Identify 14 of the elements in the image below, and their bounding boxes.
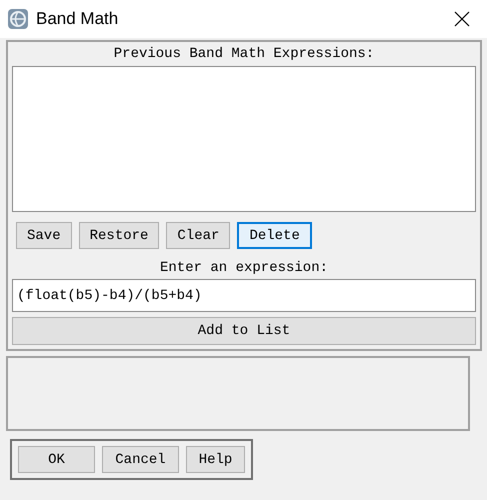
add-to-list-button[interactable]: Add to List — [12, 317, 476, 345]
history-label: Previous Band Math Expressions: — [114, 45, 374, 63]
expression-field[interactable]: (float(b5)-b4)/(b5+b4) — [12, 279, 476, 312]
dialog-button[interactable]: OK — [18, 446, 95, 473]
dialog-button[interactable]: Help — [186, 446, 245, 473]
window-title: Band Math — [36, 9, 120, 29]
history-button[interactable]: Delete — [237, 222, 312, 249]
dialog-button[interactable]: Cancel — [102, 446, 179, 473]
expression-label: Enter an expression: — [160, 259, 328, 277]
close-icon[interactable] — [454, 11, 470, 27]
history-button[interactable]: Clear — [166, 222, 230, 249]
history-button[interactable]: Restore — [78, 222, 160, 249]
app-icon — [7, 8, 29, 30]
history-button[interactable]: Save — [16, 222, 72, 249]
